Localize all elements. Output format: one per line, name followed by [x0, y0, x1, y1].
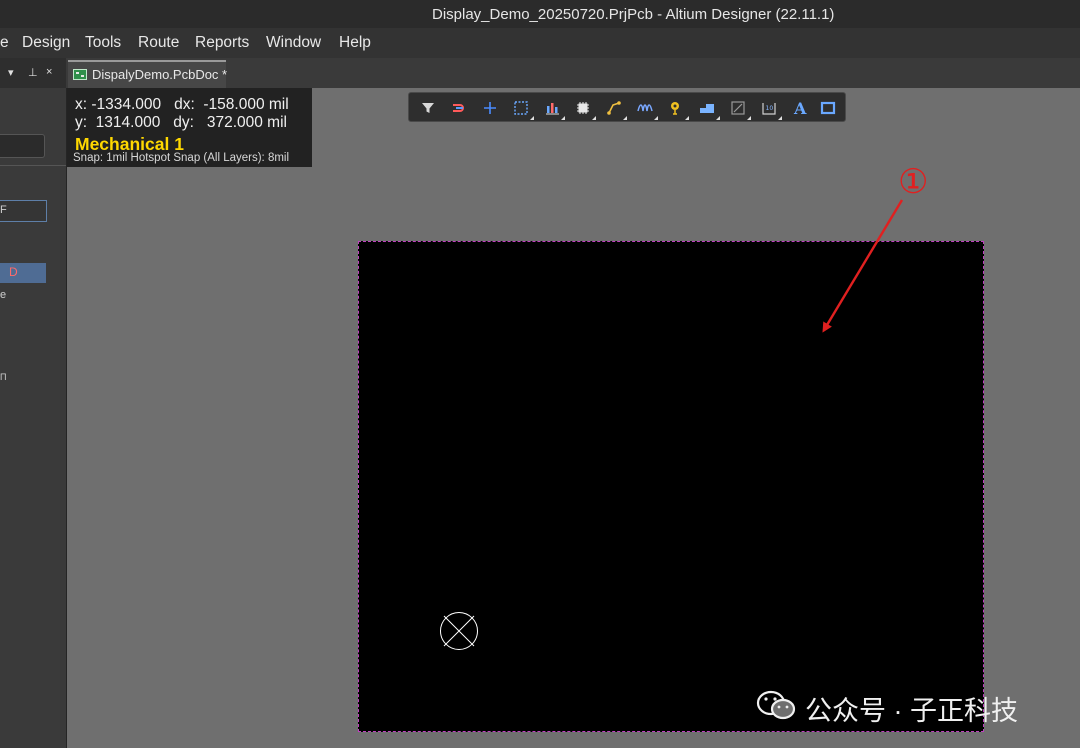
menu-route[interactable]: Route: [138, 34, 179, 52]
rectangle-icon[interactable]: [817, 97, 839, 119]
tab-pcbdoc[interactable]: DispalyDemo.PcbDoc *: [68, 60, 228, 88]
tab-label: DispalyDemo.PcbDoc *: [92, 67, 228, 82]
fill-icon[interactable]: [696, 97, 720, 120]
filter-icon[interactable]: [417, 97, 439, 119]
panel-fragment-e: e: [0, 289, 7, 301]
panel-close-button[interactable]: ×: [46, 66, 52, 78]
watermark-text: 公众号 · 子正科技: [805, 696, 1018, 726]
menu-window[interactable]: Window: [266, 34, 321, 52]
tune-icon[interactable]: [634, 97, 658, 120]
interactive-route-icon[interactable]: [603, 97, 627, 120]
heads-up-display: x: -1334.000 dx: -158.000 mil y: 1314.00…: [67, 88, 312, 167]
text-icon[interactable]: A: [789, 97, 811, 119]
hud-snap-info: Snap: 1mil Hotspot Snap (All Layers): 8m…: [73, 152, 290, 164]
pcb-document-icon: [73, 69, 87, 80]
dimension-icon[interactable]: 10: [758, 97, 782, 120]
left-panel: ▾ ⊥ × F D e Π: [0, 58, 67, 748]
document-tab-bar: DispalyDemo.PcbDoc *: [66, 58, 1080, 88]
menu-help[interactable]: Help: [339, 34, 371, 52]
menu-tools[interactable]: Tools: [85, 34, 121, 52]
menu-reports[interactable]: Reports: [195, 34, 249, 52]
panel-menu-button[interactable]: ▾: [8, 66, 14, 79]
panel-fragment-f: F: [0, 204, 7, 216]
panel-divider: [0, 165, 66, 166]
menu-bar: e Design Tools Route Reports Window Help: [0, 28, 1080, 58]
hud-y-coordinates: y: 1314.000 dy: 372.000 mil: [75, 114, 287, 131]
crosshair-icon[interactable]: [479, 97, 501, 119]
align-icon[interactable]: [541, 97, 565, 120]
menu-file[interactable]: e: [0, 34, 9, 52]
pcb-board[interactable]: [358, 241, 984, 732]
route-icon[interactable]: [448, 97, 470, 119]
panel-fragment-pi: Π: [0, 372, 7, 382]
window-title: Display_Demo_20250720.PrjPcb - Altium De…: [432, 6, 835, 23]
active-bar-toolbar: 10 A: [408, 92, 846, 122]
origin-marker-icon: [440, 612, 478, 650]
menu-design[interactable]: Design: [22, 34, 70, 52]
region-icon[interactable]: [727, 97, 751, 120]
svg-text:10: 10: [766, 105, 774, 112]
select-rect-icon[interactable]: [510, 97, 534, 120]
panel-header: ▾ ⊥ ×: [0, 58, 66, 88]
panel-filter-box[interactable]: F: [0, 200, 47, 222]
panel-selected-item[interactable]: D: [0, 263, 46, 283]
title-bar: Display_Demo_20250720.PrjPcb - Altium De…: [0, 0, 1080, 28]
svg-text:A: A: [793, 99, 807, 118]
wechat-icon: [756, 690, 796, 720]
component-icon[interactable]: [572, 97, 596, 120]
hud-x-coordinates: x: -1334.000 dx: -158.000 mil: [75, 96, 289, 113]
panel-selected-text: D: [9, 265, 18, 279]
panel-pin-button[interactable]: ⊥: [28, 66, 38, 79]
annotation-marker: ①: [898, 162, 928, 202]
panel-search-field[interactable]: [0, 134, 45, 158]
via-icon[interactable]: [665, 97, 689, 120]
